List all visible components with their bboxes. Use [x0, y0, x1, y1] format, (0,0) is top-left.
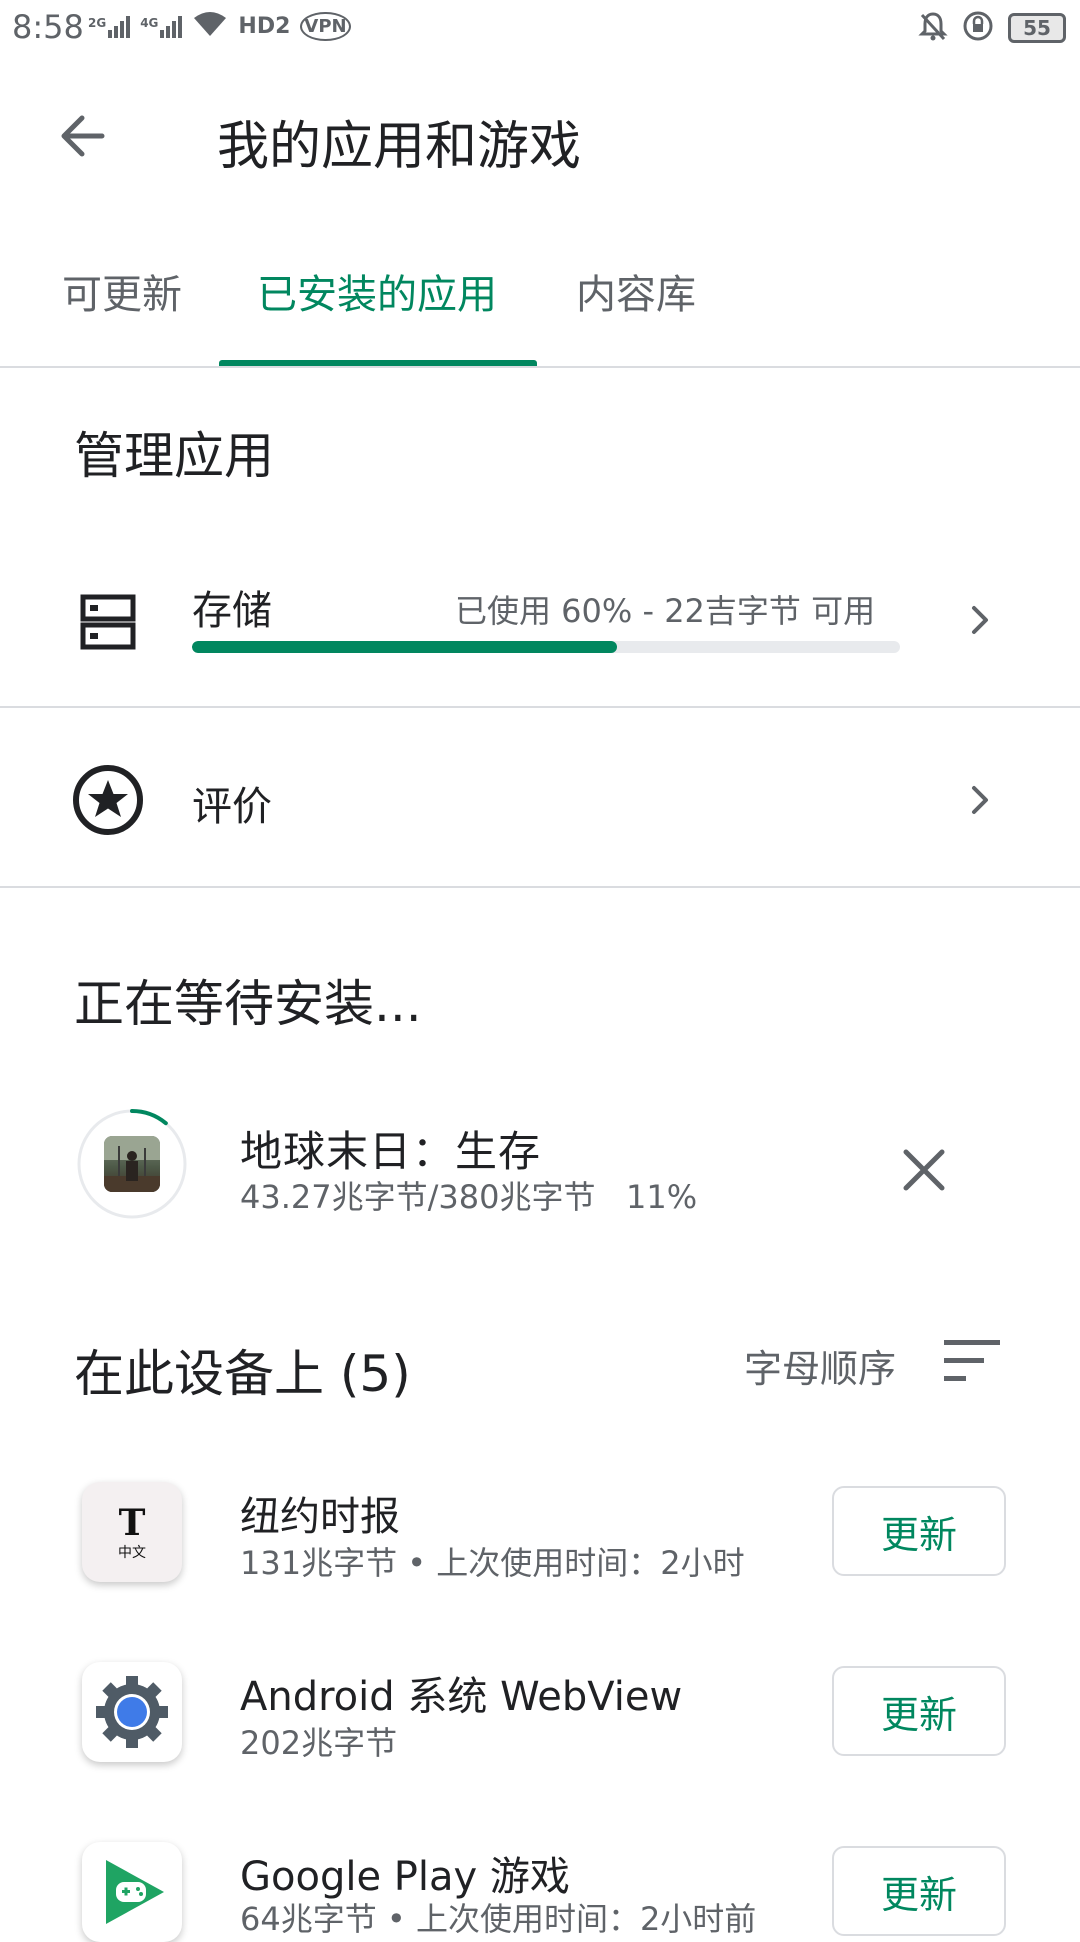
sort-icon[interactable] [944, 1338, 1000, 1384]
tab-installed[interactable]: 已安装的应用 [257, 262, 497, 320]
play-games-app-icon [82, 1842, 182, 1942]
app-name: Android 系统 WebView [240, 1674, 683, 1720]
hd-icon: HD2 [238, 14, 291, 39]
close-icon [903, 1149, 945, 1191]
storage-icon [80, 594, 136, 650]
app-meta: 202兆字节 [240, 1724, 398, 1762]
cancel-install-button[interactable] [896, 1142, 952, 1198]
battery-icon: 55 [1008, 13, 1066, 43]
sort-order-label[interactable]: 字母顺序 [744, 1338, 896, 1393]
signal-4g-icon: 4G [140, 15, 183, 38]
vpn-icon: VPN [300, 12, 351, 41]
pending-heading: 正在等待安装... [74, 975, 422, 1033]
app-name: 纽约时报 [240, 1494, 400, 1540]
update-button[interactable]: 更新 [832, 1846, 1006, 1936]
app-meta: 64兆字节 • 上次使用时间：2小时前 [240, 1900, 757, 1938]
nyt-app-icon: T 中文 [82, 1482, 182, 1582]
back-button[interactable] [54, 106, 114, 166]
webview-gear-icon [96, 1676, 168, 1748]
rating-row[interactable] [0, 708, 1080, 884]
svg-text:T: T [119, 1502, 146, 1544]
arrow-left-icon [61, 115, 105, 157]
pending-app-name: 地球末日：生存 [240, 1127, 542, 1176]
tabs-divider [0, 366, 1080, 368]
device-apps-heading: 在此设备上 (5) [74, 1345, 411, 1403]
status-time: 8:58 [12, 8, 84, 46]
rating-label: 评价 [192, 784, 272, 830]
divider [0, 886, 1080, 888]
chevron-right-icon [964, 780, 994, 820]
nyt-icon: T 中文 [118, 1502, 146, 1561]
svg-text:中文: 中文 [118, 1545, 146, 1561]
signal-2g-icon: 2G [88, 15, 131, 38]
storage-label: 存储 [192, 588, 272, 634]
update-button[interactable]: 更新 [832, 1486, 1006, 1576]
storage-row[interactable] [0, 560, 1080, 704]
tab-library[interactable]: 内容库 [576, 262, 696, 320]
manage-apps-heading: 管理应用 [74, 427, 274, 485]
wifi-icon [192, 10, 228, 43]
storage-progress-bar [192, 641, 900, 653]
app-meta: 131兆字节 • 上次使用时间：2小时 [240, 1544, 745, 1582]
storage-progress-fill [192, 641, 617, 653]
chevron-right-icon [964, 600, 994, 640]
play-games-icon [106, 1860, 164, 1924]
rotation-lock-icon [962, 10, 994, 46]
status-left-icons: 2G 4G HD2 VPN [88, 10, 351, 43]
game-app-icon [104, 1136, 160, 1192]
star-circle-icon [72, 764, 144, 836]
webview-app-icon [82, 1662, 182, 1762]
page-title: 我的应用和游戏 [217, 117, 582, 177]
bell-off-icon [918, 11, 948, 45]
update-button[interactable]: 更新 [832, 1666, 1006, 1756]
pending-app-progress-text: 43.27兆字节/380兆字节 11% [240, 1178, 698, 1216]
tab-updates[interactable]: 可更新 [62, 262, 182, 320]
status-right-icons: 55 [918, 10, 1066, 46]
storage-usage-text: 已使用 60% - 22吉字节 可用 [455, 592, 876, 630]
